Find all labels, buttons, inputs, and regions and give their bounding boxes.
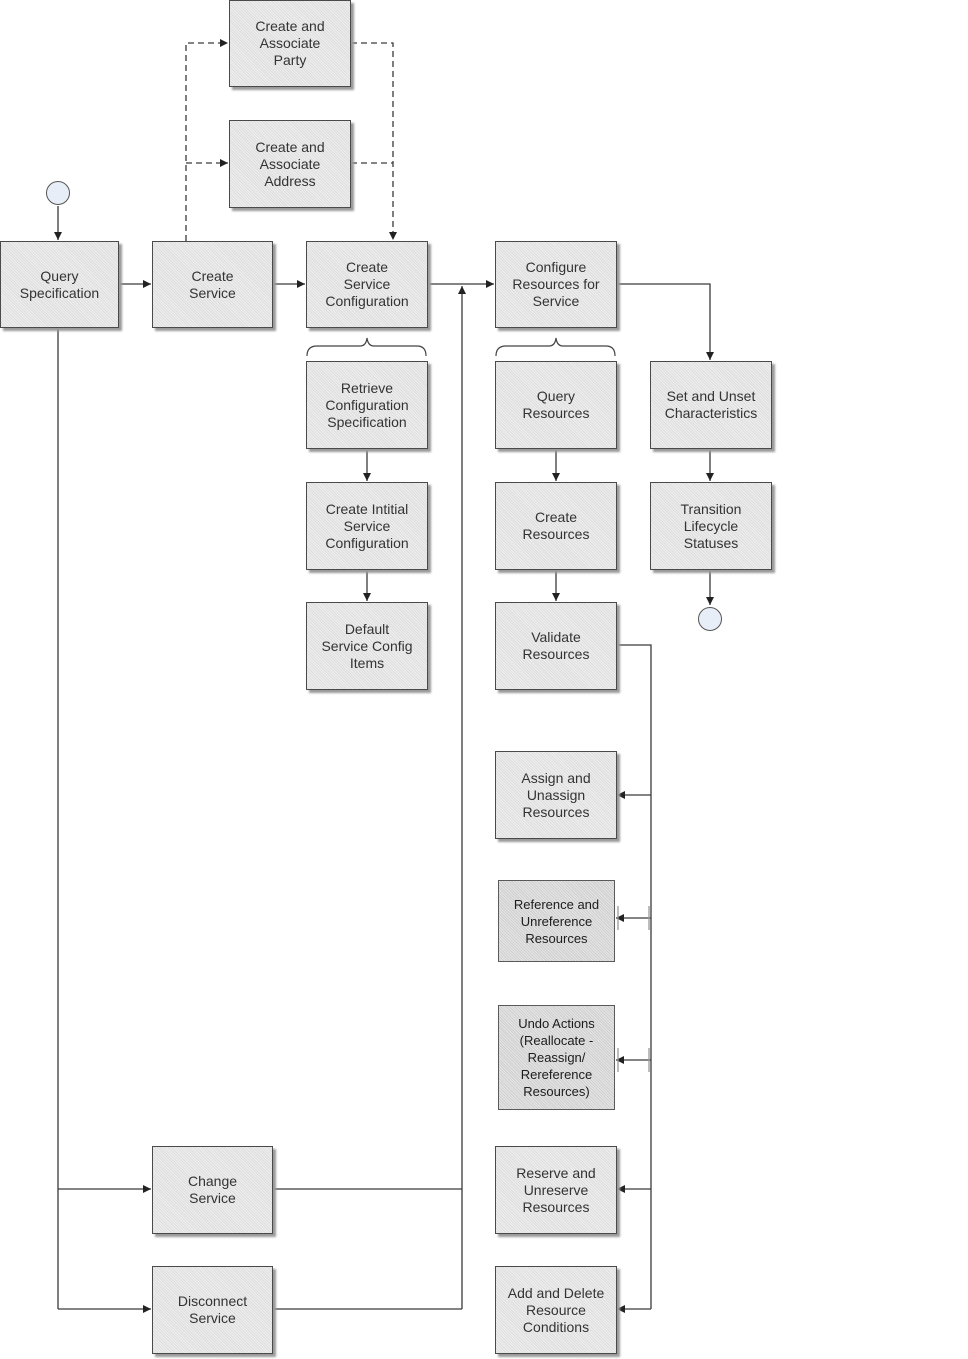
node-retrieve-configuration-specification[interactable]: Retrieve Configuration Specification — [306, 361, 428, 449]
edge-dashed-create-service-party — [185, 39, 228, 241]
node-configure-resources-for-service[interactable]: Configure Resources for Service — [495, 241, 617, 328]
node-default-service-config-items[interactable]: Default Service Config Items — [306, 602, 428, 690]
node-transition-lifecycle-statuses[interactable]: Transition Lifecycle Statuses — [650, 482, 772, 570]
node-create-initial-service-configuration[interactable]: Create Intitial Service Configuration — [306, 482, 428, 570]
node-change-service[interactable]: Change Service — [152, 1146, 273, 1234]
node-undo-actions[interactable]: Undo Actions (Reallocate - Reassign/ Rer… — [498, 1005, 615, 1110]
edge-configure-set-unset — [616, 283, 714, 360]
edge-validate-bus — [616, 644, 652, 1309]
diagram-connectors — [54, 39, 714, 1313]
end-event — [698, 607, 722, 631]
start-event — [46, 181, 70, 205]
node-create-service-configuration[interactable]: Create Service Configuration — [306, 241, 428, 328]
node-create-resources[interactable]: Create Resources — [495, 482, 617, 570]
node-query-resources[interactable]: Query Resources — [495, 361, 617, 449]
grouping-brace-resources — [495, 337, 616, 357]
grouping-brace-config — [306, 337, 427, 357]
node-validate-resources[interactable]: Validate Resources — [495, 602, 617, 690]
node-query-specification[interactable]: Query Specification — [0, 241, 119, 328]
node-reference-unreference-resources[interactable]: Reference and Unreference Resources — [498, 880, 615, 962]
node-disconnect-service[interactable]: Disconnect Service — [152, 1266, 273, 1354]
node-assign-unassign-resources[interactable]: Assign and Unassign Resources — [495, 751, 617, 839]
node-add-delete-resource-conditions[interactable]: Add and Delete Resource Conditions — [495, 1266, 617, 1354]
edge-dashed-party-config — [351, 42, 397, 240]
node-reserve-unreserve-resources[interactable]: Reserve and Unreserve Resources — [495, 1146, 617, 1234]
node-create-associate-party[interactable]: Create and Associate Party — [229, 0, 351, 87]
node-create-associate-address[interactable]: Create and Associate Address — [229, 120, 351, 208]
node-set-unset-characteristics[interactable]: Set and Unset Characteristics — [650, 361, 772, 449]
node-create-service[interactable]: Create Service — [152, 241, 273, 328]
